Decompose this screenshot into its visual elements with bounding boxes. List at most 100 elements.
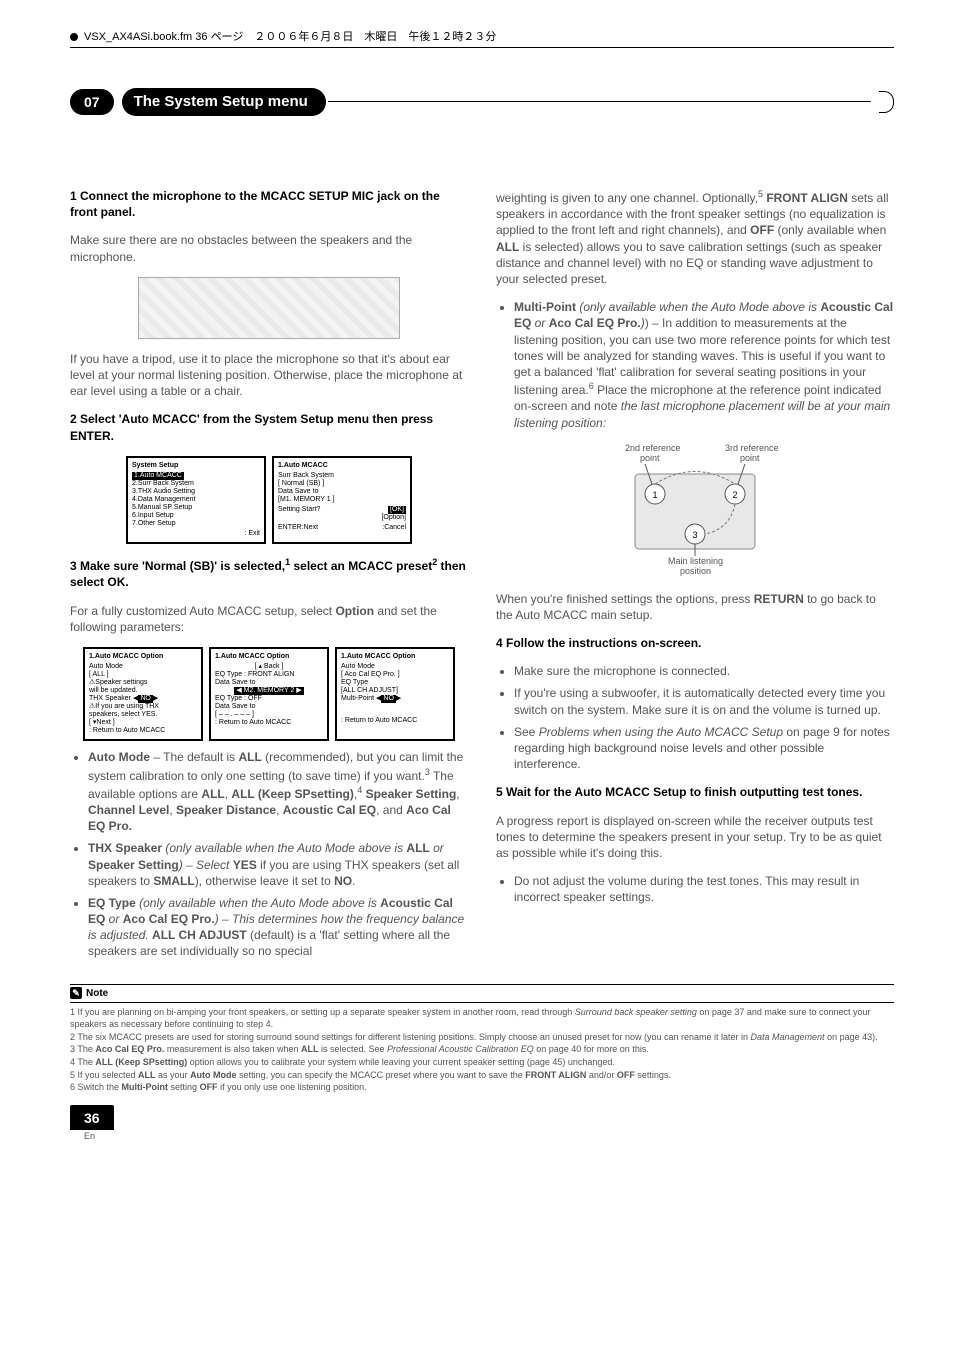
text: ) – Select: [179, 858, 233, 872]
osd-line: Setting Start?: [278, 506, 320, 514]
text: or: [531, 316, 548, 330]
page-container: VSX_AX4ASi.book.fm 36 ページ ２００６年６月８日 木曜日 …: [0, 0, 954, 1162]
bullet-thx: THX Speaker (only available when the Aut…: [88, 840, 468, 889]
osd-system-setup: System Setup 1.Auto MCACC 2.Surr Back Sy…: [126, 456, 266, 544]
text: (only available when the Auto Mode above…: [576, 300, 820, 314]
osd-option-2: 1.Auto MCACC Option [ ▴ Back ] EQ Type :…: [209, 647, 329, 741]
osd-line: Auto Mode: [89, 663, 197, 671]
osd-line: ◀ M2. MEMORY 2 ▶: [234, 687, 303, 695]
osd-row-2: 1.Auto MCACC Option Auto Mode [ ALL ] ⚠S…: [70, 647, 468, 741]
bullet-eq: EQ Type (only available when the Auto Mo…: [88, 895, 468, 960]
step3-text-a: 3 Make sure 'Normal (SB)' is selected,: [70, 559, 285, 573]
osd-option: [Option]: [278, 514, 406, 522]
osd-return: : Return to Auto MCACC: [215, 719, 323, 727]
osd-line: [ Normal (SB) ]: [278, 480, 406, 488]
osd-title: 1.Auto MCACC Option: [341, 653, 449, 661]
label-front-align: FRONT ALIGN: [766, 191, 848, 205]
label-multipoint: Multi-Point: [514, 300, 576, 314]
footnote-5: 5 If you selected ALL as your Auto Mode …: [70, 1070, 894, 1082]
list-item: See Problems when using the Auto MCACC S…: [514, 724, 894, 773]
chapter-title: The System Setup menu: [122, 88, 326, 116]
option-label: Option: [335, 604, 374, 618]
footnote-3: 3 The Aco Cal EQ Pro. measurement is als…: [70, 1044, 894, 1056]
body-columns: 1 Connect the microphone to the MCACC SE…: [70, 176, 894, 966]
osd-line: [ ▾Next ]: [89, 719, 197, 727]
osd-line: EQ Type : OFF: [215, 695, 323, 703]
footnote-2: 2 The six MCACC presets are used for sto…: [70, 1032, 894, 1044]
text: ), otherwise leave it set to: [195, 874, 334, 888]
text: YES: [233, 858, 257, 872]
step3-body: For a fully customized Auto MCACC setup,…: [70, 603, 468, 635]
osd-item: 3.THX Audio Setting: [132, 488, 260, 496]
label-all: ALL: [496, 240, 519, 254]
opt-speaker: Speaker Setting: [366, 787, 457, 801]
step3-body-a: For a fully customized Auto MCACC setup,…: [70, 604, 335, 618]
text: NO: [334, 874, 352, 888]
osd-line: speakers, select YES.: [89, 711, 197, 719]
bullet-multipoint: Multi-Point (only available when the Aut…: [514, 299, 894, 431]
option-bullets: Auto Mode – The default is ALL (recommen…: [70, 749, 468, 959]
osd-line: [M1. MEMORY 1 ]: [278, 496, 406, 504]
osd-title: 1.Auto MCACC: [278, 462, 406, 470]
opt-acal: Acoustic Cal EQ: [283, 803, 376, 817]
osd-line: Data Save to: [278, 488, 406, 496]
svg-text:1: 1: [652, 490, 657, 500]
osd-row-1: System Setup 1.Auto MCACC 2.Surr Back Sy…: [70, 456, 468, 544]
osd-line: [ ALL ]: [89, 671, 197, 679]
osd-line: will be updated.: [89, 687, 197, 695]
chapter-number: 07: [70, 89, 114, 116]
footnote-6: 6 Switch the Multi-Point setting OFF if …: [70, 1082, 894, 1094]
osd-line: Surr Back System: [278, 472, 406, 480]
text: Aco Cal EQ Pro.: [549, 316, 641, 330]
footnote-4: 4 The ALL (Keep SPsetting) option allows…: [70, 1057, 894, 1069]
opt-all: ALL: [201, 787, 224, 801]
svg-text:position: position: [680, 566, 711, 576]
svg-text:3rd reference: 3rd reference: [725, 443, 779, 453]
osd-item: 6.Input Setup: [132, 512, 260, 520]
text: weighting is given to any one channel. O…: [496, 191, 758, 205]
book-header: VSX_AX4ASi.book.fm 36 ページ ２００６年６月８日 木曜日 …: [70, 30, 894, 48]
step1-heading: 1 Connect the microphone to the MCACC SE…: [70, 188, 468, 220]
osd-enter: ENTER:Next: [278, 524, 318, 532]
osd-line: Data Save to: [215, 679, 323, 687]
text: or: [105, 912, 122, 926]
osd-item-selected: 1.Auto MCACC: [132, 472, 184, 480]
label-auto-mode: Auto Mode: [88, 750, 150, 764]
svg-text:3: 3: [692, 530, 697, 540]
osd-auto-mcacc: 1.Auto MCACC Surr Back System [ Normal (…: [272, 456, 412, 544]
osd-title: 1.Auto MCACC Option: [215, 653, 323, 661]
osd-return: : Return to Auto MCACC: [341, 717, 449, 725]
osd-line: Auto Mode: [341, 663, 449, 671]
text: or: [430, 841, 444, 855]
step1-body: Make sure there are no obstacles between…: [70, 232, 468, 264]
svg-text:Main listening: Main listening: [668, 556, 723, 566]
step4-heading: 4 Follow the instructions on-screen.: [496, 635, 894, 651]
list-item: If you're using a subwoofer, it is autom…: [514, 685, 894, 717]
eq-continuation: weighting is given to any one channel. O…: [496, 188, 894, 287]
osd-item: 7.Other Setup: [132, 520, 260, 528]
note-icon: ✎: [70, 987, 82, 999]
osd-exit: : Exit: [132, 530, 260, 538]
text: (only available when the Auto Mode above…: [162, 841, 406, 855]
step5-body: A progress report is displayed on-screen…: [496, 813, 894, 862]
osd-option-3: 1.Auto MCACC Option Auto Mode [ Aco Cal …: [335, 647, 455, 741]
chapter-rule: [328, 101, 871, 102]
text: See: [514, 725, 539, 739]
label-return: RETURN: [754, 592, 804, 606]
text: is selected) allows you to save calibrat…: [496, 240, 882, 286]
osd-cancel: :Cancel: [382, 524, 406, 532]
svg-text:point: point: [740, 453, 760, 463]
svg-text:2: 2: [732, 490, 737, 500]
osd-item: 2.Surr Back System: [132, 480, 260, 488]
osd-title: 1.Auto MCACC Option: [89, 653, 197, 661]
right-column: weighting is given to any one channel. O…: [496, 176, 894, 966]
osd-line: [ALL CH ADJUST]: [341, 687, 449, 695]
label-eq: EQ Type: [88, 896, 136, 910]
page-number: 36: [70, 1105, 114, 1130]
list-item: Do not adjust the volume during the test…: [514, 873, 894, 905]
note-bar: ✎ Note: [70, 984, 894, 1004]
front-panel-illustration: [138, 277, 400, 339]
page-footer: 36 En: [70, 1095, 894, 1142]
osd-title: System Setup: [132, 462, 260, 470]
step4-list: Make sure the microphone is connected. I…: [496, 663, 894, 772]
